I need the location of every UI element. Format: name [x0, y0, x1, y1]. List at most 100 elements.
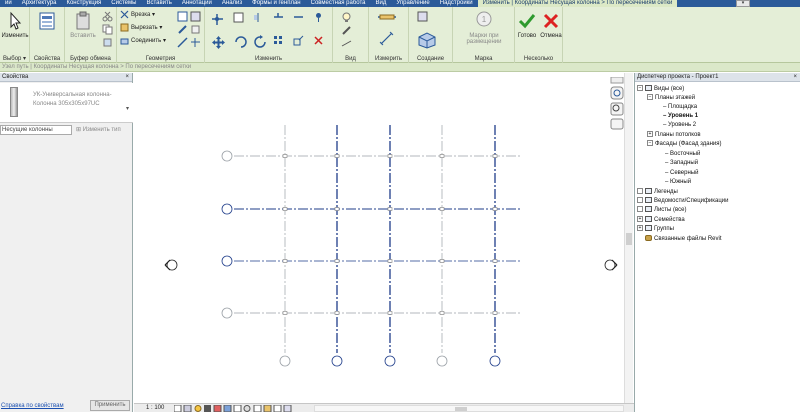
- column-marker[interactable]: [334, 207, 340, 211]
- tab-structure[interactable]: Конструкция: [61, 0, 106, 7]
- grid-bubble[interactable]: [221, 203, 233, 215]
- move-icon[interactable]: [211, 35, 226, 50]
- browser-node-west[interactable]: – Западный: [665, 159, 698, 167]
- tab-modify-context[interactable]: Изменить | Координаты Несущая колонна > …: [477, 0, 678, 7]
- column-marker[interactable]: [492, 207, 498, 211]
- vertical-scrollbar[interactable]: [624, 73, 633, 403]
- horizontal-scrollbar-thumb[interactable]: [455, 407, 467, 411]
- trim-icon[interactable]: [273, 12, 284, 23]
- browser-node-east[interactable]: – Восточный: [665, 150, 700, 158]
- navbar-close-icon[interactable]: [610, 77, 624, 84]
- browser-node-level-1[interactable]: – Уровень 1: [663, 112, 698, 120]
- tab-addins[interactable]: Надстройки: [435, 0, 478, 7]
- detail-level-icon[interactable]: [174, 405, 182, 412]
- tab-insert[interactable]: Вставить: [141, 0, 176, 7]
- create-parts-icon[interactable]: [417, 11, 428, 22]
- column-marker[interactable]: [439, 259, 445, 263]
- vertical-scrollbar-thumb[interactable]: [626, 233, 632, 245]
- browser-node-views[interactable]: − Виды (все): [637, 85, 684, 93]
- override-graphics-icon[interactable]: [341, 25, 352, 36]
- cancel-button[interactable]: Отмена: [539, 9, 563, 51]
- measure-icon[interactable]: [377, 12, 397, 23]
- browser-node-elevations[interactable]: − Фасады (Фасад здания): [647, 140, 722, 148]
- sun-path-icon[interactable]: [194, 405, 202, 412]
- tab-annotate[interactable]: Аннотации: [177, 0, 217, 7]
- copy-icon[interactable]: [102, 24, 113, 35]
- match-properties-icon[interactable]: [102, 37, 113, 48]
- crop-view-icon[interactable]: [223, 405, 232, 412]
- cut-icon[interactable]: [102, 11, 113, 22]
- tab-view[interactable]: Вид: [371, 0, 392, 7]
- browser-node-site[interactable]: – Площадка: [663, 103, 697, 111]
- grid-bubble[interactable]: [221, 150, 233, 162]
- browser-node-groups[interactable]: + Группы: [637, 225, 674, 233]
- browser-node-south[interactable]: – Южный: [665, 178, 691, 186]
- array-icon[interactable]: [273, 35, 284, 46]
- create-assembly-icon[interactable]: [417, 31, 437, 49]
- expand-icon[interactable]: +: [647, 131, 653, 138]
- instance-category-select[interactable]: Несущие колонны: [0, 125, 72, 135]
- browser-node-sheets[interactable]: Листы (все): [637, 206, 686, 214]
- type-selector[interactable]: УК-Универсальная колонна-Колонна 305x305…: [0, 83, 133, 123]
- split-face-icon[interactable]: [190, 11, 201, 22]
- column-marker[interactable]: [492, 154, 498, 158]
- dimension-icon[interactable]: [379, 31, 394, 46]
- expand-icon[interactable]: [637, 188, 643, 195]
- tab-systems[interactable]: Системы: [106, 0, 141, 7]
- wall-joins-icon[interactable]: [177, 11, 188, 22]
- column-marker[interactable]: [387, 207, 393, 211]
- column-marker[interactable]: [439, 207, 445, 211]
- browser-node-revit-links[interactable]: Связанные файлы Revit: [637, 235, 722, 243]
- demolish-icon[interactable]: [177, 37, 188, 48]
- browser-node-ceiling-plans[interactable]: + Планы потолков: [647, 131, 701, 139]
- grid-bubble[interactable]: [279, 355, 291, 367]
- tag-on-placement-button[interactable]: 1 Марки при размещении: [455, 9, 513, 51]
- shadows-icon[interactable]: [204, 405, 211, 412]
- browser-node-families[interactable]: + Семейства: [637, 216, 685, 224]
- column-marker[interactable]: [492, 259, 498, 263]
- finish-button[interactable]: Готово: [515, 9, 539, 51]
- browser-node-level-2[interactable]: – Уровень 2: [663, 121, 696, 129]
- collapse-icon[interactable]: −: [637, 85, 643, 92]
- show-crop-icon[interactable]: [233, 405, 242, 412]
- browser-node-floor-plans[interactable]: − Планы этажей: [647, 94, 695, 102]
- tab-architecture[interactable]: Архитектура: [17, 0, 62, 7]
- collapse-icon[interactable]: −: [647, 140, 653, 147]
- visual-style-icon[interactable]: [183, 405, 192, 412]
- steering-wheel-icon[interactable]: [610, 86, 624, 100]
- offset-icon[interactable]: [233, 12, 244, 23]
- delete-icon[interactable]: [313, 35, 324, 46]
- mirror-axis-icon[interactable]: [253, 12, 264, 23]
- column-marker[interactable]: [387, 154, 393, 158]
- render-icon[interactable]: [213, 405, 222, 412]
- grid-bubble[interactable]: [331, 355, 343, 367]
- column-marker[interactable]: [439, 154, 445, 158]
- collapse-icon[interactable]: −: [647, 94, 653, 101]
- modify-button[interactable]: Изменить: [1, 9, 29, 51]
- column-marker[interactable]: [334, 154, 340, 158]
- linework-icon[interactable]: [341, 38, 352, 49]
- copy-element-icon[interactable]: [233, 35, 248, 50]
- apply-button[interactable]: Применить: [90, 400, 130, 411]
- column-marker[interactable]: [387, 259, 393, 263]
- scale-icon[interactable]: [293, 35, 304, 46]
- grid-bubble[interactable]: [221, 255, 233, 267]
- column-marker[interactable]: [334, 311, 340, 315]
- column-marker[interactable]: [282, 154, 288, 158]
- expand-icon[interactable]: +: [637, 225, 643, 232]
- expand-icon[interactable]: [637, 197, 643, 204]
- join-button[interactable]: Соединить ▾: [120, 36, 166, 46]
- properties-help-link[interactable]: Справка по свойствам: [1, 403, 64, 409]
- split-icon[interactable]: [293, 12, 304, 23]
- tab-manage[interactable]: Управление: [391, 0, 434, 7]
- view-scale[interactable]: 1 : 100: [146, 404, 164, 412]
- expand-icon[interactable]: [637, 206, 643, 213]
- worksharing-icon[interactable]: [263, 405, 272, 412]
- analytical-model-icon[interactable]: [273, 405, 282, 412]
- tab-massing[interactable]: Формы и генплан: [247, 0, 305, 7]
- remove-paint-icon[interactable]: [190, 24, 201, 35]
- tab-partial[interactable]: ий: [0, 0, 17, 7]
- tab-analyze[interactable]: Анализ: [217, 0, 247, 7]
- column-marker[interactable]: [282, 207, 288, 211]
- paste-button[interactable]: Вставить: [68, 9, 98, 51]
